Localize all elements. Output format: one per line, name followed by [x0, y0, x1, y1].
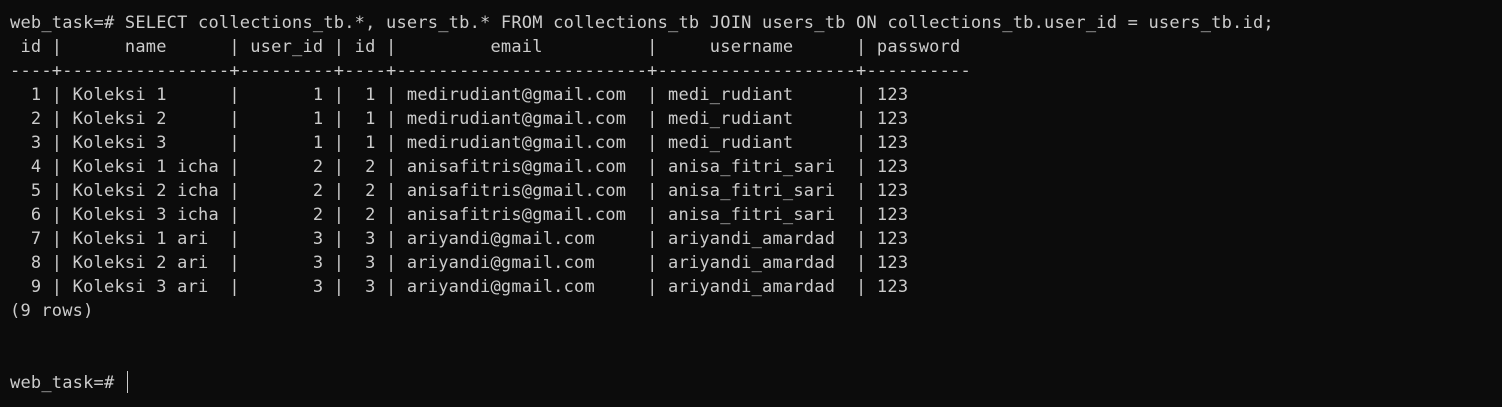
row-count: (9 rows): [10, 301, 94, 321]
text-cursor: [126, 371, 128, 393]
table-row: 5 | Koleksi 2 icha | 2 | 2 | anisafitris…: [10, 181, 909, 201]
table-row: 1 | Koleksi 1 | 1 | 1 | medirudiant@gmai…: [10, 85, 909, 105]
table-row: 7 | Koleksi 1 ari | 3 | 3 | ariyandi@gma…: [10, 229, 909, 249]
table-separator: ----+----------------+---------+----+---…: [10, 61, 971, 81]
table-row: 6 | Koleksi 3 icha | 2 | 2 | anisafitris…: [10, 205, 909, 225]
table-row: 3 | Koleksi 3 | 1 | 1 | medirudiant@gmai…: [10, 133, 909, 153]
prompt-line[interactable]: web_task=#: [10, 371, 1502, 395]
table-row: 9 | Koleksi 3 ari | 3 | 3 | ariyandi@gma…: [10, 277, 909, 297]
table-row: 4 | Koleksi 1 icha | 2 | 2 | anisafitris…: [10, 157, 909, 177]
command-line: web_task=# SELECT collections_tb.*, user…: [10, 13, 1274, 33]
table-row: 2 | Koleksi 2 | 1 | 1 | medirudiant@gmai…: [10, 109, 909, 129]
prompt: web_task=#: [10, 373, 125, 393]
table-header: id | name | user_id | id | email | usern…: [10, 37, 961, 57]
table-row: 8 | Koleksi 2 ari | 3 | 3 | ariyandi@gma…: [10, 253, 909, 273]
terminal-window[interactable]: web_task=# SELECT collections_tb.*, user…: [0, 0, 1502, 407]
